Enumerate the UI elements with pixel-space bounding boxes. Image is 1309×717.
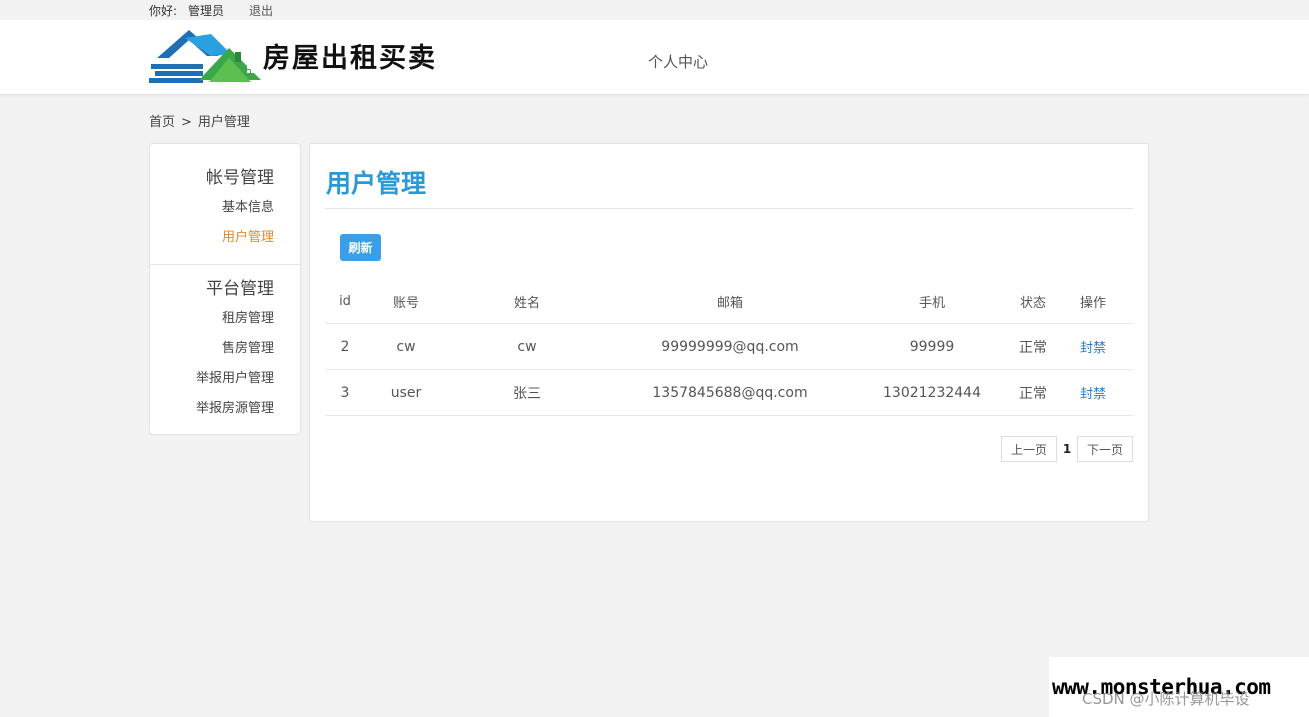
table-row: 3 user 张三 1357845688@qq.com 13021232444 … [325, 370, 1133, 416]
cell-id: 2 [340, 338, 350, 355]
cell-action: 封禁 [1069, 370, 1117, 415]
cell-account: user [390, 384, 422, 401]
header-phone: 手机 [918, 296, 945, 311]
cell-status: 正常 [1019, 339, 1047, 356]
sidebar-divider [150, 264, 300, 265]
next-page-button[interactable]: 下一页 [1077, 436, 1134, 462]
table-row: 2 cw cw 99999999@qq.com 99999 正常 封禁 [325, 324, 1133, 370]
breadcrumb-home[interactable]: 首页 [149, 115, 175, 130]
site-header: 房屋出租买卖 个人中心 [0, 20, 1309, 95]
sidebar-item-user-management[interactable]: 用户管理 [222, 226, 274, 245]
cell-name: cw [517, 338, 537, 355]
sidebar: 帐号管理 基本信息 用户管理 平台管理 租房管理 售房管理 举报用户管理 举报房… [149, 143, 301, 435]
sidebar-item-report-user-management[interactable]: 举报用户管理 [196, 367, 274, 386]
ban-link[interactable]: 封禁 [1080, 383, 1106, 402]
pagination: 上一页 1 下一页 [1001, 436, 1134, 462]
ban-link[interactable]: 封禁 [1080, 337, 1106, 356]
sidebar-item-basic-info[interactable]: 基本信息 [222, 196, 274, 215]
header-action: 操作 [1079, 296, 1106, 311]
breadcrumb-separator: > [181, 115, 192, 130]
logout-link[interactable]: 退出 [249, 2, 273, 19]
watermark-csdn: CSDN @小陈计算机毕设 [1082, 690, 1250, 708]
header-email: 邮箱 [716, 296, 743, 311]
cell-id: 3 [340, 384, 350, 401]
sidebar-item-report-listing-management[interactable]: 举报房源管理 [196, 397, 274, 416]
username-label: 管理员 [188, 4, 225, 18]
sidebar-group-account: 帐号管理 [206, 168, 274, 188]
refresh-button[interactable]: 刷新 [340, 234, 381, 261]
cell-phone: 13021232444 [883, 384, 981, 401]
header-account: 账号 [392, 296, 419, 311]
site-name: 房屋出租买卖 [263, 43, 437, 74]
sidebar-item-rental-management[interactable]: 租房管理 [222, 307, 274, 326]
breadcrumb-current: 用户管理 [197, 115, 250, 130]
sidebar-group-platform: 平台管理 [206, 279, 274, 299]
cell-name: 张三 [513, 385, 541, 402]
top-bar: 你好: 管理员 退出 [0, 0, 1309, 20]
sidebar-item-sale-management[interactable]: 售房管理 [222, 337, 274, 356]
table-header-row: id 账号 姓名 邮箱 手机 状态 操作 [325, 280, 1133, 324]
cell-status: 正常 [1019, 385, 1047, 402]
cell-phone: 99999 [909, 338, 955, 355]
main-panel: 用户管理 刷新 id 账号 姓名 邮箱 手机 状态 操作 2 cw cw 999… [309, 143, 1149, 522]
title-divider [325, 208, 1133, 209]
header-status: 状态 [1019, 296, 1046, 311]
current-page[interactable]: 1 [1057, 442, 1077, 456]
cell-email: 1357845688@qq.com [652, 384, 808, 401]
user-table: id 账号 姓名 邮箱 手机 状态 操作 2 cw cw 99999999@qq… [325, 280, 1133, 416]
prev-page-button[interactable]: 上一页 [1001, 436, 1058, 462]
page-title: 用户管理 [326, 169, 427, 198]
cell-action: 封禁 [1069, 324, 1117, 369]
header-id: id [339, 294, 351, 309]
greeting-label: 你好: [149, 4, 178, 18]
nav-personal-center[interactable]: 个人中心 [648, 51, 708, 72]
cell-email: 99999999@qq.com [661, 338, 799, 355]
cell-account: cw [396, 338, 416, 355]
breadcrumb: 首页 > 用户管理 [149, 111, 250, 130]
header-name: 姓名 [513, 296, 540, 311]
house-logo-icon[interactable] [149, 28, 279, 84]
